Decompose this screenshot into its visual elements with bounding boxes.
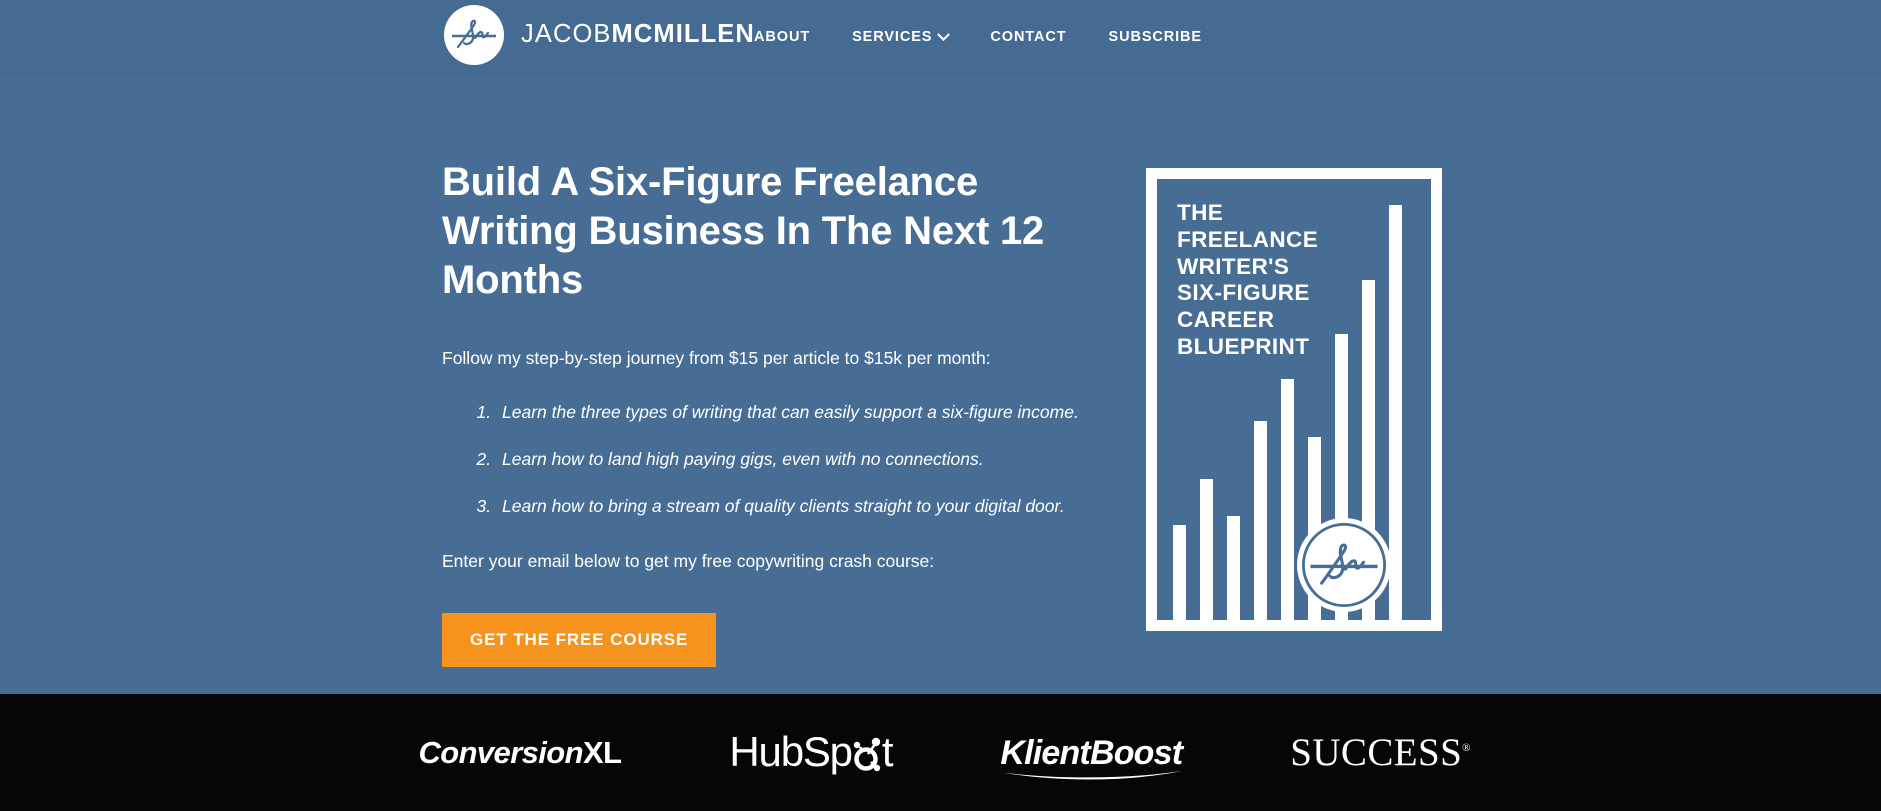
chart-bar — [1200, 478, 1213, 620]
nav-label-contact: CONTACT — [990, 28, 1067, 45]
benefits-list: Learn the three types of writing that ca… — [442, 399, 1142, 520]
hero-section: Build A Six-Figure Freelance Writing Bus… — [0, 74, 1881, 694]
client-logo-row: ConversionXL HubSp t KlientBoost SUCCESS® — [0, 694, 1881, 811]
logo-success-tm: ® — [1462, 742, 1471, 754]
list-item: Learn how to land high paying gigs, even… — [496, 446, 1142, 472]
logo-success-text: SUCCESS — [1290, 731, 1463, 774]
nav-item-about[interactable]: ABOUT — [754, 30, 831, 45]
chart-bar — [1254, 420, 1267, 620]
nav-label-services: SERVICES — [852, 28, 933, 45]
list-item: Learn how to bring a stream of quality c… — [496, 493, 1142, 519]
logo-klientboost-text: KlientBoost — [1000, 733, 1183, 772]
logo-hubspot: HubSp t — [729, 728, 894, 775]
client-logo-strip: ConversionXL HubSp t KlientBoost SUCCESS® — [0, 694, 1881, 811]
brand-wordmark: JACOBMCMILLEN — [521, 22, 755, 48]
chart-bar — [1281, 379, 1294, 620]
hero-copy: Build A Six-Figure Freelance Writing Bus… — [442, 158, 1142, 667]
jm-monogram-icon — [1297, 518, 1391, 612]
nav-item-services[interactable]: SERVICES — [831, 27, 969, 45]
list-item: Learn the three types of writing that ca… — [496, 399, 1142, 425]
brand-first-name: JACOB — [521, 20, 612, 49]
chart-bar — [1173, 524, 1186, 620]
site-header: JACOBMCMILLEN ABOUT SERVICES CONTACT SUB… — [0, 0, 1881, 74]
klientboost-swoosh-icon — [1004, 770, 1183, 779]
nav-label-about: ABOUT — [754, 28, 811, 45]
logo-conversionxl: ConversionXL — [418, 735, 622, 770]
get-free-course-button[interactable]: GET THE FREE COURSE — [442, 612, 717, 667]
nav-item-subscribe[interactable]: SUBSCRIBE — [1088, 30, 1203, 45]
chart-bar — [1389, 205, 1402, 620]
landing-page: JACOBMCMILLEN ABOUT SERVICES CONTACT SUB… — [0, 0, 1881, 811]
nav-label-subscribe: SUBSCRIBE — [1108, 28, 1202, 45]
logo-hubspot-text: HubSp — [729, 728, 853, 775]
logo-hubspot-tail: t — [881, 728, 894, 775]
book-cover-inner: THE FREELANCE WRITER'S SIX-FIGURE CAREER… — [1157, 179, 1431, 620]
jm-monogram-icon — [444, 5, 504, 65]
primary-nav: ABOUT SERVICES CONTACT SUBSCRIBE — [754, 0, 1881, 74]
logo-success: SUCCESS® — [1290, 733, 1470, 772]
hubspot-sprocket-icon — [853, 737, 881, 772]
brand-logo[interactable]: JACOBMCMILLEN — [444, 5, 755, 65]
logo-conversionxl-upright: XL — [582, 735, 622, 770]
logo-conversionxl-italic: Conversion — [418, 735, 583, 770]
cta-lede: Enter your email below to get my free co… — [442, 550, 935, 571]
chart-bar — [1227, 516, 1240, 620]
nav-item-contact[interactable]: CONTACT — [969, 30, 1087, 45]
chevron-down-icon — [937, 27, 951, 41]
logo-klientboost: KlientBoost — [1000, 733, 1183, 779]
brand-last-name: MCMILLEN — [611, 20, 755, 49]
page-title: Build A Six-Figure Freelance Writing Bus… — [442, 160, 1045, 303]
hero-lede: Follow my step-by-step journey from $15 … — [442, 347, 991, 368]
book-cover-title: THE FREELANCE WRITER'S SIX-FIGURE CAREER… — [1177, 200, 1319, 359]
book-cover: THE FREELANCE WRITER'S SIX-FIGURE CAREER… — [1146, 168, 1442, 631]
